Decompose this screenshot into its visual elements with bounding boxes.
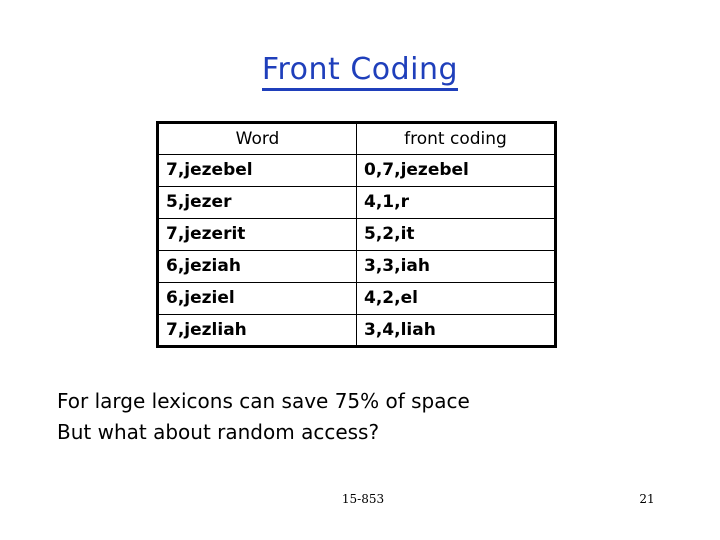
- table-header-row: Word front coding: [157, 122, 556, 155]
- cell-front-coding: 3,4,liah: [356, 314, 556, 347]
- cell-front-coding: 0,7,jezebel: [356, 154, 556, 187]
- table-row: 6,jeziel 4,2,el: [157, 282, 556, 315]
- cell-front-coding: 4,2,el: [356, 282, 556, 315]
- cell-word: 7,jezliah: [157, 314, 357, 347]
- front-coding-table-container: Word front coding 7,jezebel 0,7,jezebel …: [156, 121, 557, 348]
- cell-front-coding: 4,1,r: [356, 186, 556, 219]
- cell-word: 7,jezebel: [157, 154, 357, 187]
- table-row: 5,jezer 4,1,r: [157, 186, 556, 219]
- table-row: 7,jezliah 3,4,liah: [157, 314, 556, 347]
- column-header-front-coding: front coding: [356, 122, 556, 155]
- cell-word: 6,jeziah: [157, 250, 357, 283]
- slide-canvas: Front Coding Word front coding 7,jezebel…: [0, 0, 720, 540]
- page-title: Front Coding: [0, 52, 720, 91]
- cell-word: 5,jezer: [157, 186, 357, 219]
- footer-page-number: 21: [639, 492, 655, 506]
- table-row: 7,jezerit 5,2,it: [157, 218, 556, 251]
- slide-body-text: For large lexicons can save 75% of space…: [57, 386, 677, 448]
- cell-front-coding: 3,3,iah: [356, 250, 556, 283]
- cell-front-coding: 5,2,it: [356, 218, 556, 251]
- table-row: 7,jezebel 0,7,jezebel: [157, 154, 556, 187]
- table-row: 6,jeziah 3,3,iah: [157, 250, 556, 283]
- column-header-word: Word: [157, 122, 357, 155]
- body-line-2: But what about random access?: [57, 420, 380, 444]
- cell-word: 7,jezerit: [157, 218, 357, 251]
- cell-word: 6,jeziel: [157, 282, 357, 315]
- footer-course-label: 15-853: [341, 492, 385, 506]
- front-coding-table: Word front coding 7,jezebel 0,7,jezebel …: [156, 121, 557, 348]
- page-title-text: Front Coding: [261, 52, 459, 91]
- body-line-1: For large lexicons can save 75% of space: [57, 389, 470, 413]
